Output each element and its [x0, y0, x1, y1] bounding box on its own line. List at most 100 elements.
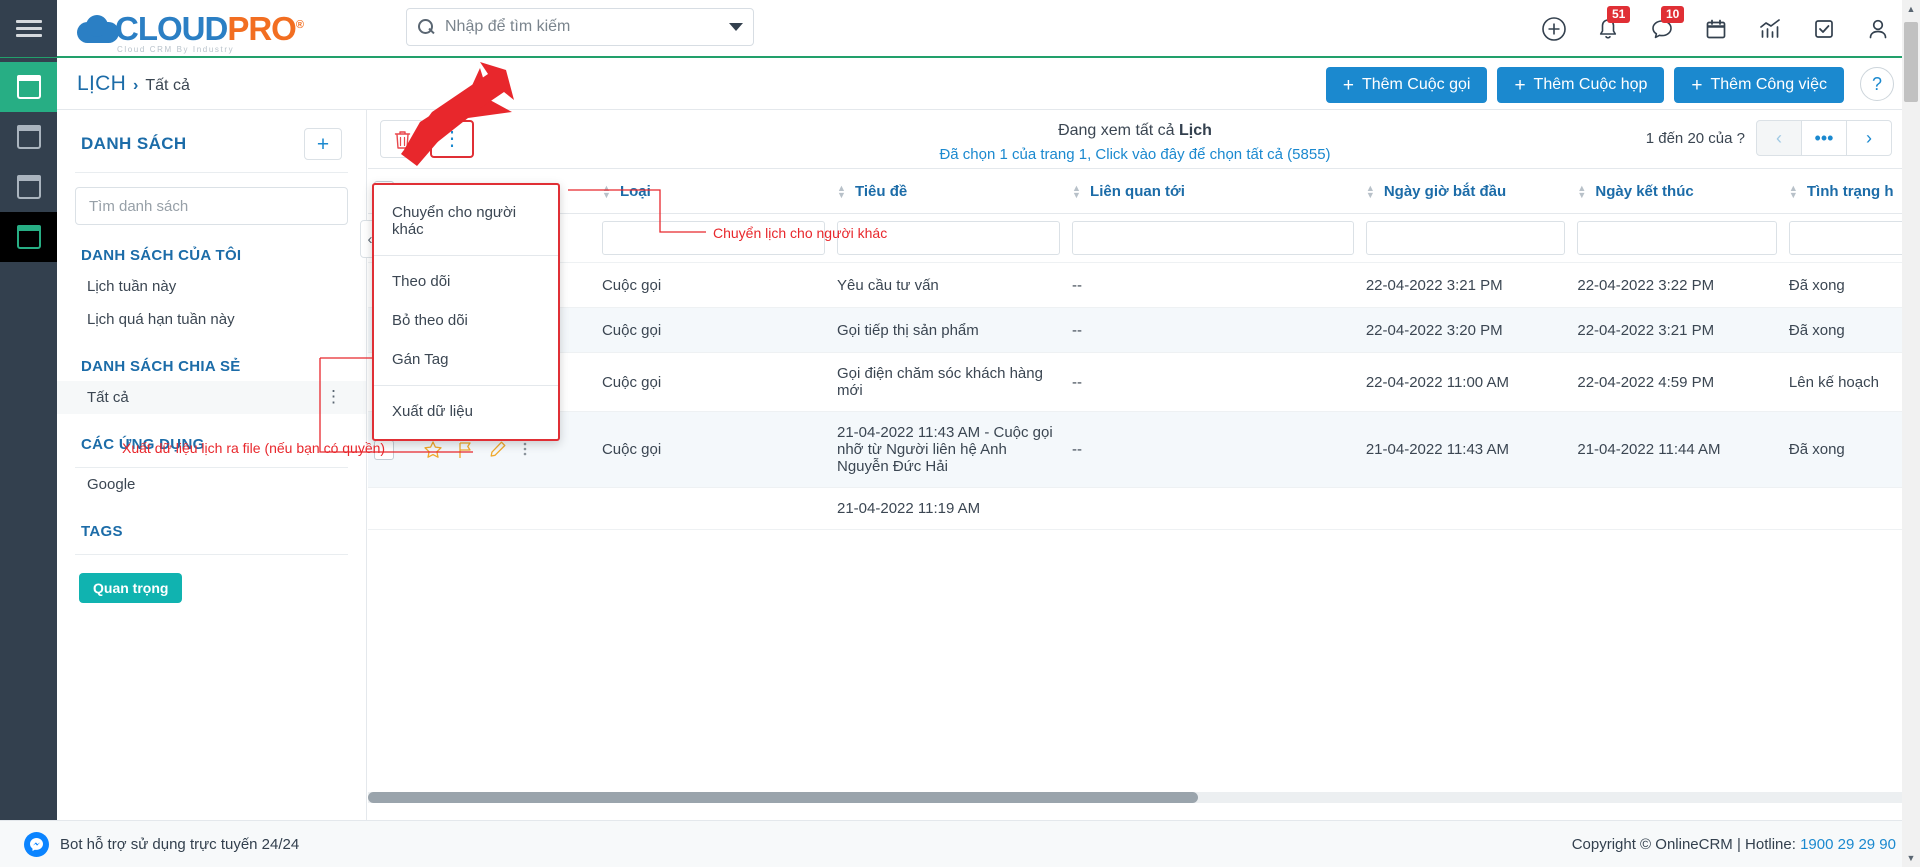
- tag-quan-trong[interactable]: Quan trọng: [79, 573, 183, 603]
- horizontal-scrollbar-thumb[interactable]: [368, 792, 1198, 803]
- filter-input-related[interactable]: [1072, 221, 1354, 255]
- page-vertical-scrollbar[interactable]: ▲ ▼: [1902, 0, 1920, 867]
- filter-input-status[interactable]: [1788, 221, 1902, 255]
- menu-item-export[interactable]: Xuất dữ liệu: [374, 392, 558, 431]
- cell-related: --: [1066, 307, 1360, 353]
- flag-icon[interactable]: [456, 440, 476, 460]
- table-row[interactable]: Cuộc gọi Gọi điện chăm sóc khách hàng mớ…: [368, 352, 1902, 412]
- column-header-type[interactable]: ▲ ▼ Loại: [595, 168, 831, 214]
- sort-icon[interactable]: ▲ ▼: [602, 183, 613, 199]
- add-list-button[interactable]: +: [304, 128, 342, 160]
- rail-item-calendar-3[interactable]: [0, 162, 57, 212]
- filter-input-start[interactable]: [1365, 221, 1566, 255]
- breadcrumb-main[interactable]: LỊCH: [77, 72, 126, 96]
- table-row[interactable]: 21-04-2022 11:19 AM: [368, 487, 1902, 530]
- menu-item-transfer[interactable]: Chuyển cho người khác: [374, 193, 558, 249]
- plus-icon: +: [1514, 74, 1526, 96]
- sidebar-header: DANH SÁCH +: [57, 110, 366, 172]
- search-input[interactable]: [445, 18, 721, 36]
- global-search-box[interactable]: [406, 8, 754, 46]
- calendar-button[interactable]: [1702, 15, 1730, 43]
- cell-type: Cuộc gọi: [595, 262, 831, 308]
- tasks-button[interactable]: [1810, 15, 1838, 43]
- cell-start: 22-04-2022 3:21 PM: [1359, 262, 1572, 308]
- rail-item-calendar-active[interactable]: [0, 62, 57, 112]
- hotline-phone[interactable]: 1900 29 29 90: [1800, 836, 1896, 853]
- pagination-next-button[interactable]: ›: [1846, 120, 1892, 156]
- pagination-more-button[interactable]: •••: [1801, 120, 1847, 156]
- sort-icon[interactable]: ▲ ▼: [837, 183, 848, 199]
- horizontal-scrollbar[interactable]: [368, 792, 1902, 803]
- filter-input-end[interactable]: [1577, 221, 1777, 255]
- add-task-button[interactable]: + Thêm Công việc: [1674, 67, 1844, 103]
- scroll-down-icon[interactable]: ▼: [1902, 849, 1920, 867]
- messages-badge: 10: [1661, 6, 1685, 23]
- column-label-related: Liên quan tới: [1090, 182, 1185, 200]
- cell-title[interactable]: 21-04-2022 11:43 AM - Cuộc gọi nhỡ từ Ng…: [831, 411, 1067, 488]
- sidebar-item-this-week[interactable]: Lịch tuần này: [57, 270, 366, 303]
- cell-status: Lên kế hoạch: [1782, 352, 1902, 412]
- table-row[interactable]: Cuộc gọi Yêu cầu tư vấn -- 22-04-2022 3:…: [368, 262, 1902, 308]
- sidebar-item-all[interactable]: Tất cả ⋮: [57, 381, 366, 414]
- star-icon[interactable]: [423, 440, 443, 460]
- table-row[interactable]: Cuộc gọi Gọi tiếp thị sản phẩm -- 22-04-…: [368, 307, 1902, 353]
- column-label-status: Tình trạng h: [1806, 182, 1894, 200]
- add-call-button[interactable]: + Thêm Cuộc gọi: [1325, 67, 1488, 103]
- menu-item-unfollow[interactable]: Bỏ theo dõi: [374, 301, 558, 340]
- table-row[interactable]: Cuộc gọi 21-04-2022 11:43 AM - Cuộc gọi …: [368, 411, 1902, 488]
- sidebar-item-overdue-this-week[interactable]: Lịch quá hạn tuần này: [57, 303, 366, 336]
- sort-icon[interactable]: ▲ ▼: [1789, 183, 1800, 199]
- rail-item-calendar-2[interactable]: [0, 112, 57, 162]
- sidebar-title: DANH SÁCH: [81, 134, 187, 153]
- list-table-container: ▲ ▼ Loại ▲ ▼ Tiêu đề ▲ ▼ Liên quan tới ▲ ▼ Ngày …: [368, 168, 1902, 809]
- row-more-icon[interactable]: [522, 440, 542, 460]
- column-header-end[interactable]: ▲ ▼ Ngày kết thúc: [1571, 168, 1783, 214]
- more-options-icon[interactable]: ⋮: [325, 388, 342, 405]
- table-header-row: ▲ ▼ Loại ▲ ▼ Tiêu đề ▲ ▼ Liên quan tới ▲ ▼ Ngày …: [368, 168, 1902, 214]
- cell-title[interactable]: Yêu cầu tư vấn: [831, 262, 1067, 308]
- column-header-status[interactable]: ▲ ▼ Tình trạng h: [1782, 168, 1902, 214]
- scroll-up-icon[interactable]: ▲: [1902, 0, 1920, 18]
- cell-start: [1359, 487, 1572, 530]
- cell-title[interactable]: Gọi điện chăm sóc khách hàng mới: [831, 352, 1067, 412]
- vertical-scrollbar-thumb[interactable]: [1904, 22, 1918, 102]
- sort-icon[interactable]: ▲ ▼: [1577, 183, 1588, 199]
- cell-title[interactable]: 21-04-2022 11:19 AM: [831, 487, 1067, 530]
- sidebar-item-google[interactable]: Google: [57, 468, 366, 501]
- add-meeting-button[interactable]: + Thêm Cuộc họp: [1497, 67, 1665, 103]
- notifications-button[interactable]: 51: [1594, 6, 1631, 43]
- edit-pencil-icon[interactable]: [489, 440, 509, 460]
- rail-item-calendar-selected[interactable]: [0, 212, 57, 262]
- add-new-button[interactable]: [1540, 15, 1568, 43]
- cell-related: --: [1066, 352, 1360, 412]
- cell-related: --: [1066, 411, 1360, 488]
- pagination-prev-button[interactable]: ‹: [1756, 120, 1802, 156]
- chat-support-widget[interactable]: Bot hỗ trợ sử dụng trực tuyến 24/24: [24, 831, 299, 857]
- footer-bar: Bot hỗ trợ sử dụng trực tuyến 24/24 Copy…: [0, 820, 1920, 867]
- sidebar-search-input[interactable]: [89, 197, 334, 215]
- cell-title[interactable]: Gọi tiếp thị sản phẩm: [831, 307, 1067, 353]
- column-header-related[interactable]: ▲ ▼ Liên quan tới: [1066, 168, 1360, 214]
- analytics-button[interactable]: [1756, 15, 1784, 43]
- row-actions-cell: [417, 487, 596, 530]
- cloudpro-logo[interactable]: CLOUDPRO® Cloud CRM By Industry: [77, 9, 304, 54]
- chevron-down-icon[interactable]: [729, 23, 743, 31]
- help-button[interactable]: ?: [1860, 67, 1894, 101]
- logo-pro-text: PRO: [227, 9, 297, 47]
- menu-item-follow[interactable]: Theo dõi: [374, 262, 558, 301]
- sort-icon[interactable]: ▲ ▼: [1366, 183, 1377, 199]
- column-header-title[interactable]: ▲ ▼ Tiêu đề: [831, 168, 1067, 214]
- cell-type: Cuộc gọi: [595, 352, 831, 412]
- filter-cell-related: [1066, 213, 1360, 263]
- column-header-start[interactable]: ▲ ▼ Ngày giờ bắt đầu: [1359, 168, 1572, 214]
- annotation-label-export: Xuất dữ liệu lịch ra file (nếu bạn có qu…: [122, 440, 386, 456]
- messages-button[interactable]: 10: [1648, 6, 1685, 43]
- sidebar-search-box[interactable]: [75, 187, 348, 225]
- hamburger-menu-button[interactable]: [0, 0, 57, 57]
- menu-item-assign-tag[interactable]: Gán Tag: [374, 340, 558, 379]
- application-window: CLOUDPRO® Cloud CRM By Industry 51 10: [0, 0, 1920, 867]
- notifications-badge: 51: [1607, 6, 1631, 23]
- main-content: ⋮ Đang xem tất cả Lịch Đã chọn 1 của tra…: [368, 110, 1902, 837]
- user-profile-button[interactable]: [1864, 15, 1892, 43]
- sort-icon[interactable]: ▲ ▼: [1072, 183, 1083, 199]
